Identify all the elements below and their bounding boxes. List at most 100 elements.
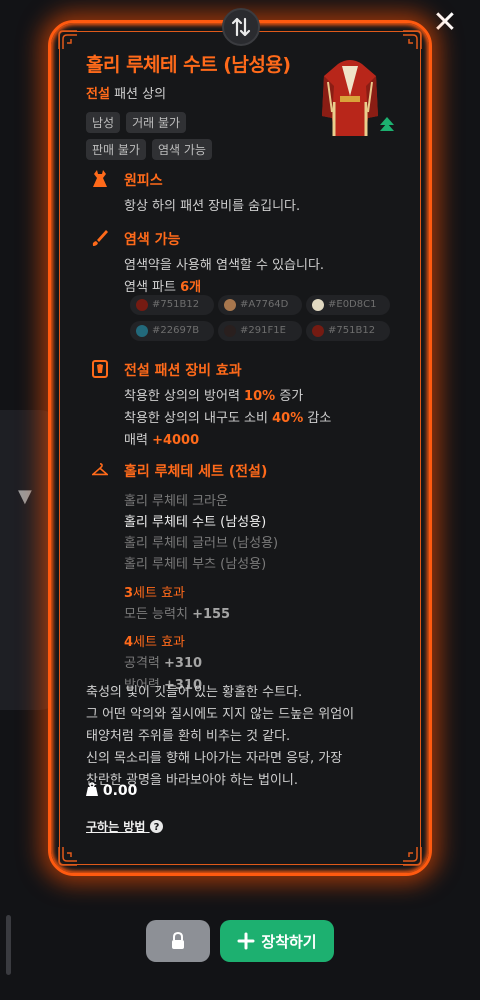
- dye-swatch: #E0D8C1: [306, 295, 390, 315]
- section-title: 홀리 루체테 세트 (전설): [124, 464, 268, 480]
- section-title: 염색 가능: [124, 232, 181, 248]
- effect-text: 착용한 상의의 방어력: [124, 389, 240, 404]
- dye-swatch: #751B12: [306, 321, 390, 341]
- effect-text: 매력: [124, 433, 148, 448]
- dye-swatch: #A7764D: [218, 295, 302, 315]
- item-weight: 0.00: [86, 782, 137, 799]
- dye-color-dot: [136, 299, 148, 311]
- weight-value: 0.00: [102, 783, 138, 799]
- stat-value: +155: [192, 607, 231, 622]
- effect-line: 착용한 상의의 방어력 10% 증가: [124, 386, 392, 408]
- frame-corner-ornament: [401, 845, 423, 867]
- dye-color-dot: [224, 325, 236, 337]
- effect-text: 감소: [307, 411, 332, 426]
- effect-value: 10%: [244, 389, 276, 404]
- dye-hex: #751B12: [328, 325, 376, 336]
- tag: 염색 가능: [151, 139, 212, 160]
- section-title: 전설 패션 장비 효과: [124, 363, 242, 379]
- brush-icon: [92, 230, 108, 246]
- dye-swatch: #22697B: [130, 321, 214, 341]
- close-button[interactable]: ✕: [428, 6, 462, 40]
- dye-color-dot: [312, 299, 324, 311]
- set-pieces: 홀리 루체테 크라운 홀리 루체테 수트 (남성용) 홀리 루체테 글러브 (남…: [124, 491, 392, 697]
- stat-name: 공격력: [124, 656, 160, 671]
- item-image: [322, 60, 378, 136]
- set-effect-label: 세트 효과: [133, 635, 186, 650]
- effect-line: 매력 +4000: [124, 430, 392, 452]
- stat-value: +310: [164, 656, 203, 671]
- dye-color-dot: [224, 299, 236, 311]
- section-text: 착용한 상의의 방어력 10% 증가 착용한 상의의 내구도 소비 40% 감소…: [124, 386, 392, 452]
- onepiece-section: 원피스 항상 하의 패션 장비를 숨깁니다.: [92, 170, 392, 218]
- set-effect-3-title: 3세트 효과: [124, 583, 392, 604]
- weight-icon: [86, 782, 98, 796]
- legend-effect-section: 전설 패션 장비 효과 착용한 상의의 방어력 10% 증가 착용한 상의의 내…: [92, 360, 392, 452]
- section-text: 염색약을 사용해 염색할 수 있습니다. 염색 파트 6개: [124, 255, 392, 299]
- equip-label: 장착하기: [261, 932, 317, 951]
- description-line: 그 어떤 악의와 질시에도 지지 않는 드높은 위엄이: [86, 707, 355, 722]
- tag: 판매 불가: [86, 139, 146, 160]
- item-tags: 남성 거래 불가 판매 불가 염색 가능: [86, 112, 246, 160]
- set-count: 4: [124, 635, 134, 650]
- lock-icon: [172, 932, 184, 949]
- dye-swatch: #751B12: [130, 295, 214, 315]
- effect-line: 착용한 상의의 내구도 소비 40% 감소: [124, 408, 392, 430]
- filter-icon: ▼: [18, 486, 32, 507]
- set-effect-4-title: 4세트 효과: [124, 632, 392, 653]
- dye-section: 염색 가능 염색약을 사용해 염색할 수 있습니다. 염색 파트 6개: [92, 229, 392, 299]
- set-effect-stat: 모든 능력치 +155: [124, 604, 392, 626]
- fashion-card-icon: [92, 360, 108, 378]
- stat-name: 모든 능력치: [124, 607, 188, 622]
- svg-text:?: ?: [153, 822, 159, 833]
- item-category: 패션 상의: [114, 87, 167, 102]
- dye-hex: #E0D8C1: [328, 299, 377, 310]
- dye-parts-label: 염색 파트: [124, 280, 176, 295]
- item-description: 축성의 빛이 깃들어 있는 황홀한 수트다. 그 어떤 악의와 질시에도 지지 …: [86, 682, 386, 792]
- dye-hex: #A7764D: [240, 299, 289, 310]
- close-icon: ✕: [432, 5, 458, 40]
- effect-value: 40%: [272, 411, 304, 426]
- set-piece: 홀리 루체테 수트 (남성용): [124, 515, 267, 530]
- description-line: 태양처럼 주위를 환히 비추는 것 같다.: [86, 729, 291, 744]
- how-to-get-label: 구하는 방법: [86, 820, 146, 834]
- dress-icon: [93, 170, 107, 187]
- section-text: 항상 하의 패션 장비를 숨깁니다.: [124, 199, 301, 214]
- set-section: 홀리 루체테 세트 (전설) 홀리 루체테 크라운 홀리 루체테 수트 (남성용…: [92, 461, 392, 697]
- swap-button[interactable]: [222, 8, 260, 46]
- tag: 남성: [86, 112, 121, 133]
- dye-swatch: #291F1E: [218, 321, 302, 341]
- plus-icon: [237, 932, 255, 950]
- frame-corner-ornament: [401, 29, 423, 51]
- description-line: 축성의 빛이 깃들어 있는 황홀한 수트다.: [86, 685, 303, 700]
- hanger-icon: [92, 462, 108, 476]
- description-line: 신의 목소리를 향해 나아가는 자라면 응당, 가장: [86, 751, 343, 766]
- scrollbar[interactable]: [6, 915, 11, 975]
- dye-hex: #291F1E: [240, 325, 286, 336]
- set-piece: 홀리 루체테 부츠 (남성용): [124, 557, 267, 572]
- equip-button[interactable]: 장착하기: [220, 920, 334, 962]
- set-count: 3: [124, 586, 134, 601]
- dye-description: 염색약을 사용해 염색할 수 있습니다.: [124, 258, 325, 273]
- set-effect-stat: 공격력 +310: [124, 653, 392, 675]
- dye-hex: #22697B: [152, 325, 200, 336]
- tag: 거래 불가: [126, 112, 187, 133]
- help-icon: ?: [149, 820, 163, 833]
- frame-corner-ornament: [57, 29, 79, 51]
- set-piece: 홀리 루체테 글러브 (남성용): [124, 536, 279, 551]
- dye-parts-count: 6개: [180, 280, 202, 295]
- dye-color-dot: [136, 325, 148, 337]
- set-effect-label: 세트 효과: [133, 586, 186, 601]
- lock-button[interactable]: [146, 920, 210, 962]
- dye-color-dot: [312, 325, 324, 337]
- effect-text: 착용한 상의의 내구도 소비: [124, 411, 268, 426]
- set-piece: 홀리 루체테 크라운: [124, 494, 228, 509]
- how-to-get-link[interactable]: 구하는 방법 ?: [86, 818, 163, 835]
- grade-up-icon: [380, 117, 394, 131]
- effect-value: +4000: [152, 433, 200, 448]
- frame-corner-ornament: [57, 845, 79, 867]
- effect-text: 증가: [279, 389, 304, 404]
- item-grade: 전설: [86, 87, 110, 102]
- swap-icon: [231, 17, 251, 37]
- section-title: 원피스: [124, 173, 163, 189]
- dye-hex: #751B12: [152, 299, 200, 310]
